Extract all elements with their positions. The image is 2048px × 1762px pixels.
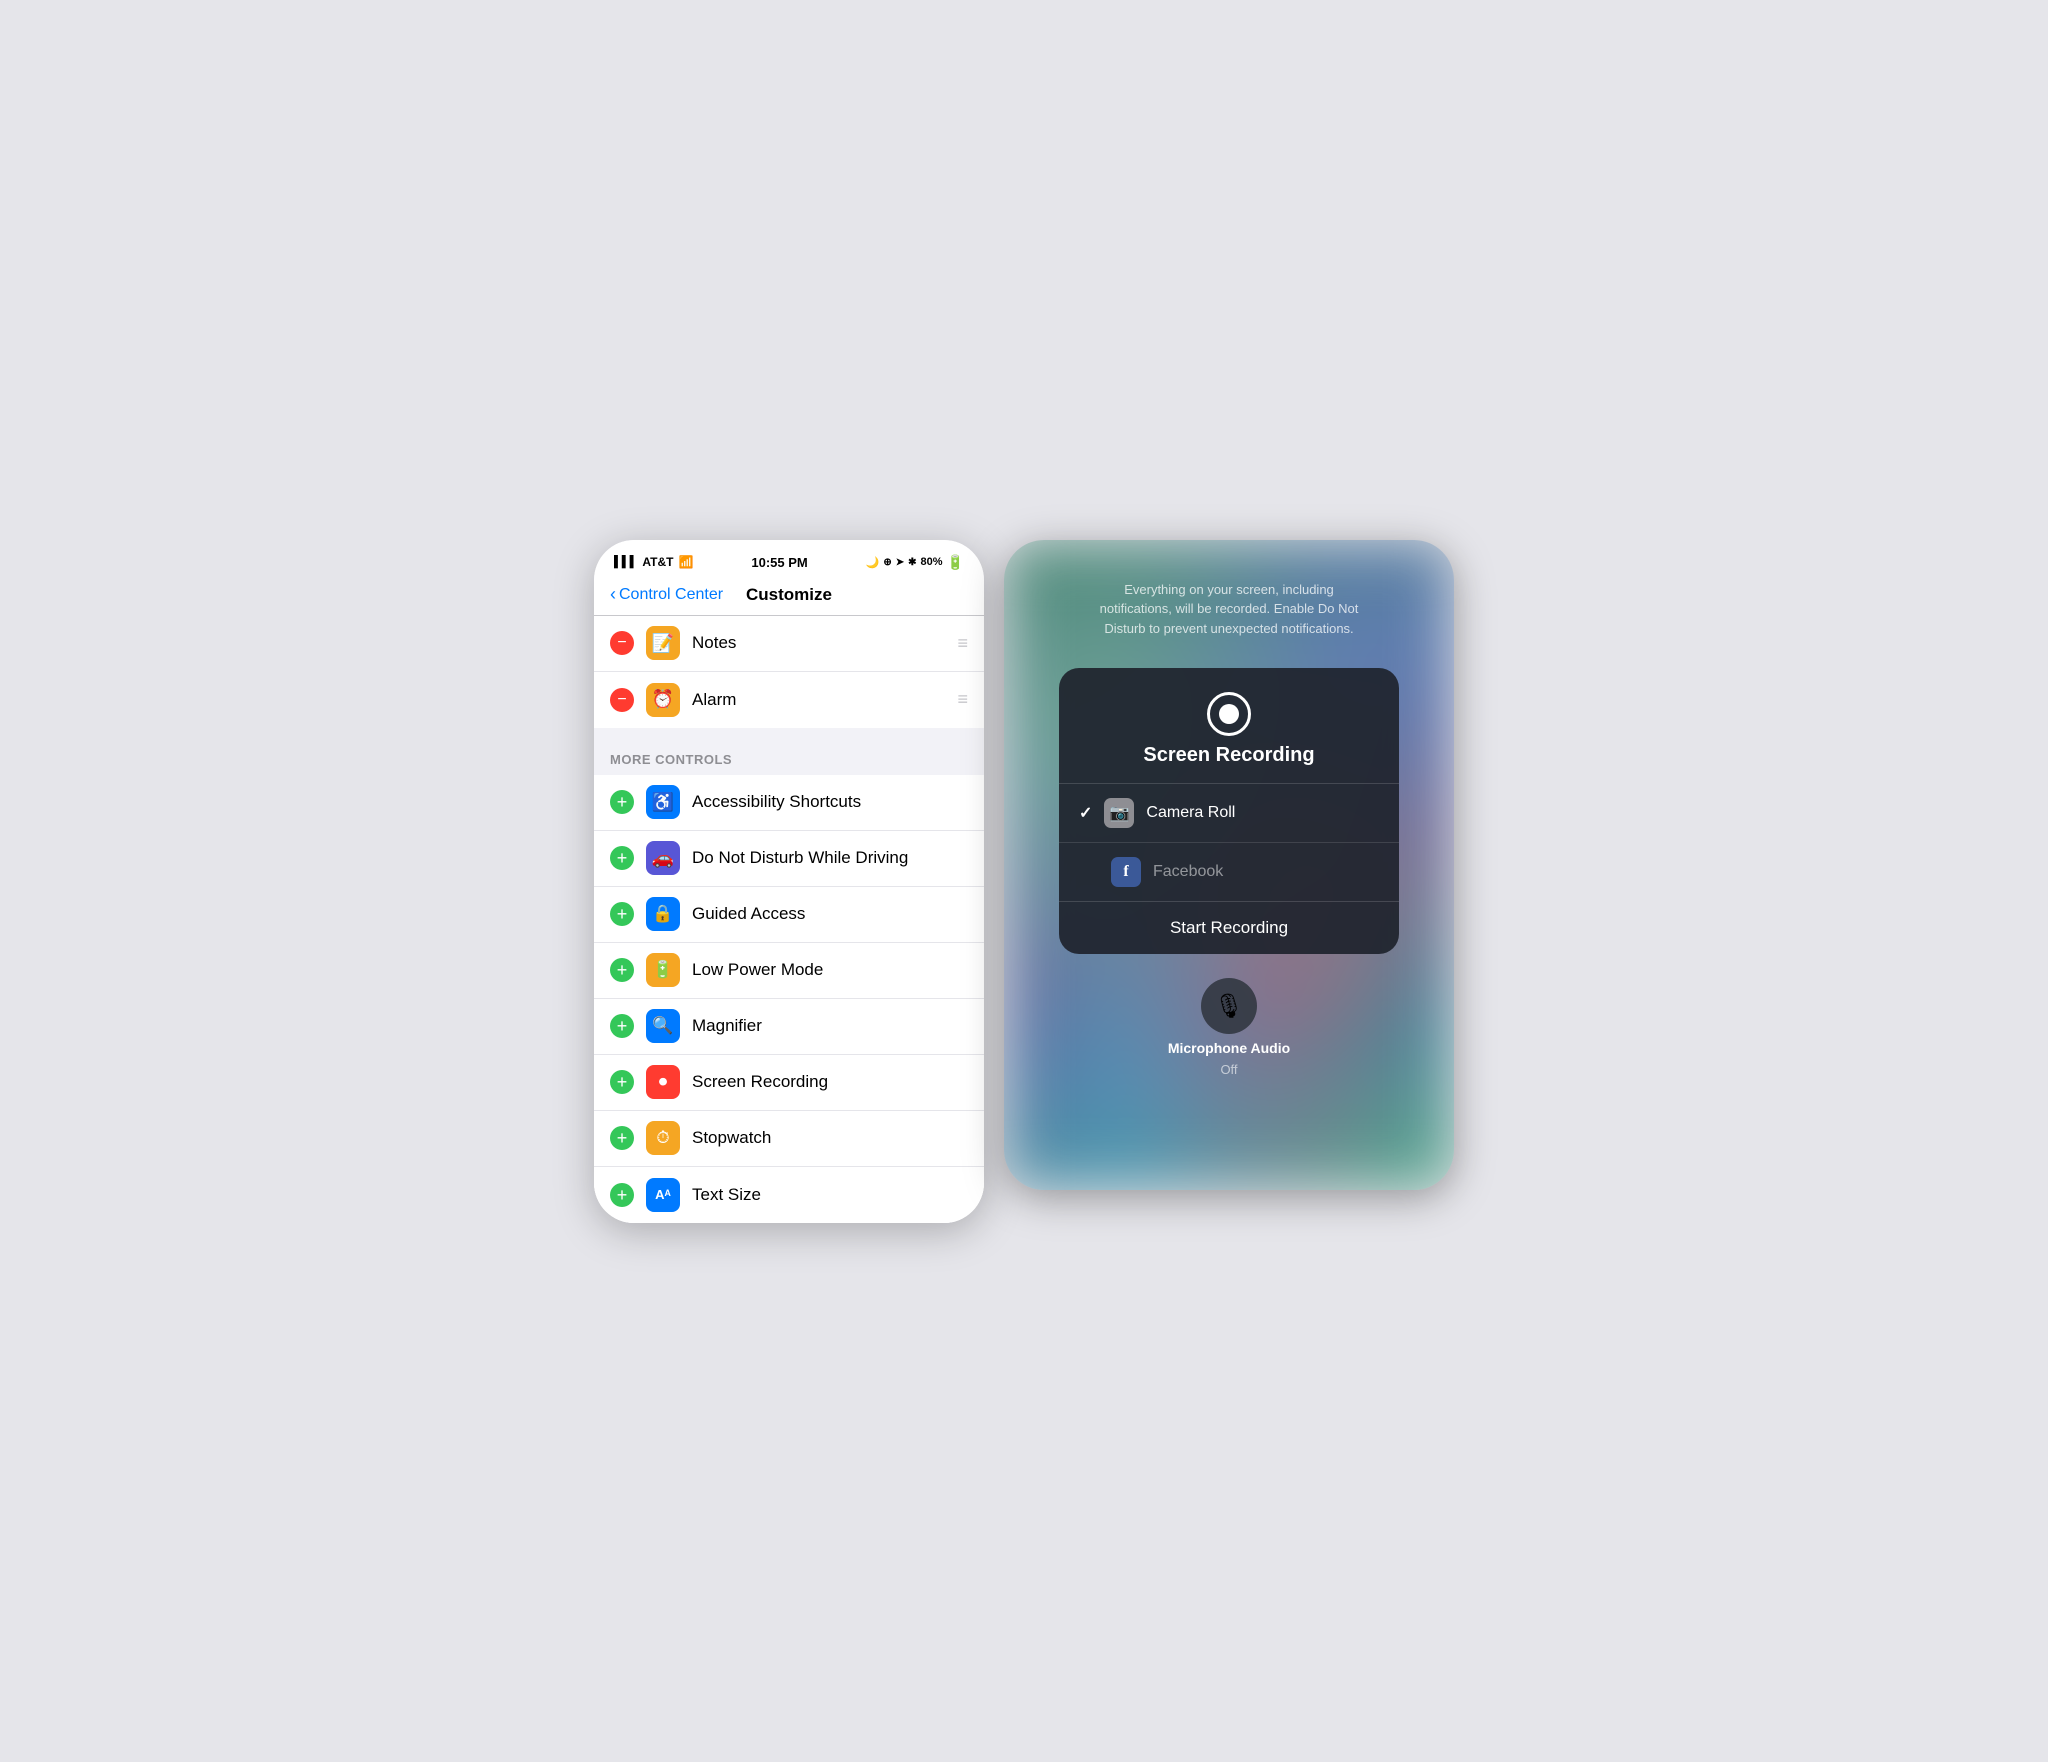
facebook-icon: f [1111, 857, 1141, 887]
stopwatch-label: Stopwatch [692, 1128, 968, 1148]
accessibility-shortcuts-label: Accessibility Shortcuts [692, 792, 968, 812]
guided-access-icon: 🔒 [646, 897, 680, 931]
notes-label: Notes [692, 633, 957, 653]
iphone-left-panel: ▌▌▌ AT&T 📶 10:55 PM 🌙 ⊕ ➤ ✱ 80% 🔋 ‹ Cont… [594, 540, 984, 1223]
stopwatch-row: + ⏱ Stopwatch [594, 1111, 984, 1167]
low-power-mode-icon: 🔋 [646, 953, 680, 987]
bluetooth-icon: ✱ [908, 557, 916, 568]
guided-access-label: Guided Access [692, 904, 968, 924]
microphone-button[interactable]: 🎙 [1201, 978, 1257, 1034]
battery-percent: 80% [921, 556, 943, 568]
microphone-label: Microphone Audio [1168, 1040, 1290, 1056]
alarm-label: Alarm [692, 690, 957, 710]
main-wrapper: ▌▌▌ AT&T 📶 10:55 PM 🌙 ⊕ ➤ ✱ 80% 🔋 ‹ Cont… [574, 520, 1474, 1243]
page-title: Customize [746, 585, 832, 605]
notes-remove-button[interactable]: − [610, 631, 634, 655]
do-not-disturb-add-button[interactable]: + [610, 846, 634, 870]
guided-access-add-button[interactable]: + [610, 902, 634, 926]
notes-icon: 📝 [646, 626, 680, 660]
screen-recording-label: Screen Recording [692, 1072, 968, 1092]
facebook-label: Facebook [1153, 863, 1379, 881]
wifi-icon: 📶 [679, 555, 694, 569]
alarm-row: − ⏰ Alarm ≡ [594, 672, 984, 728]
facebook-option[interactable]: f Facebook [1059, 843, 1399, 901]
accessibility-shortcuts-row: + ♿ Accessibility Shortcuts [594, 775, 984, 831]
moon-icon: 🌙 [866, 556, 880, 569]
back-button[interactable]: ‹ Control Center [610, 584, 723, 605]
iphone-right-panel: Everything on your screen, including not… [1004, 540, 1454, 1190]
popup-title: Screen Recording [1143, 744, 1314, 767]
record-dot-icon [1219, 704, 1239, 724]
back-label[interactable]: Control Center [619, 586, 723, 604]
low-power-mode-label: Low Power Mode [692, 960, 968, 980]
carrier-name: AT&T [642, 555, 673, 569]
notes-handle-icon[interactable]: ≡ [957, 633, 968, 654]
start-recording-button[interactable]: Start Recording [1059, 901, 1399, 954]
status-bar: ▌▌▌ AT&T 📶 10:55 PM 🌙 ⊕ ➤ ✱ 80% 🔋 [594, 540, 984, 577]
alarm-handle-icon[interactable]: ≡ [957, 689, 968, 710]
alarm-icon: ⏰ [646, 683, 680, 717]
do-not-disturb-label: Do Not Disturb While Driving [692, 848, 968, 868]
alarm-remove-button[interactable]: − [610, 688, 634, 712]
location-icon: ⊕ [883, 557, 891, 568]
camera-roll-option[interactable]: ✓ 📷 Camera Roll [1059, 784, 1399, 843]
included-items-section: − 📝 Notes ≡ − ⏰ Alarm ≡ [594, 616, 984, 728]
microphone-status: Off [1220, 1062, 1237, 1077]
screen-recording-icon: ⏺ [646, 1065, 680, 1099]
record-icon-circle [1207, 692, 1251, 736]
more-controls-section: + ♿ Accessibility Shortcuts + 🚗 Do Not D… [594, 775, 984, 1223]
magnifier-row: + 🔍 Magnifier [594, 999, 984, 1055]
accessibility-shortcuts-icon: ♿ [646, 785, 680, 819]
stopwatch-icon: ⏱ [646, 1121, 680, 1155]
nav-bar: ‹ Control Center Customize [594, 577, 984, 616]
low-power-mode-row: + 🔋 Low Power Mode [594, 943, 984, 999]
status-left: ▌▌▌ AT&T 📶 [614, 555, 693, 569]
notes-row: − 📝 Notes ≡ [594, 616, 984, 672]
location-arrow-icon: ➤ [896, 557, 904, 568]
camera-roll-checkmark: ✓ [1079, 803, 1092, 823]
camera-roll-label: Camera Roll [1146, 804, 1379, 822]
do-not-disturb-icon: 🚗 [646, 841, 680, 875]
status-right: 🌙 ⊕ ➤ ✱ 80% 🔋 [866, 554, 964, 571]
text-size-label: Text Size [692, 1185, 968, 1205]
text-size-add-button[interactable]: + [610, 1183, 634, 1207]
battery-icon: 🔋 [947, 554, 964, 571]
more-controls-header: MORE CONTROLS [594, 728, 984, 775]
text-size-icon: Aᴬ [646, 1178, 680, 1212]
microphone-audio-section: 🎙 Microphone Audio Off [1168, 978, 1290, 1077]
back-chevron-icon: ‹ [610, 584, 616, 605]
screen-recording-popup: Screen Recording ✓ 📷 Camera Roll f Faceb… [1059, 668, 1399, 954]
accessibility-shortcuts-add-button[interactable]: + [610, 790, 634, 814]
status-time: 10:55 PM [751, 555, 807, 570]
do-not-disturb-row: + 🚗 Do Not Disturb While Driving [594, 831, 984, 887]
magnifier-icon: 🔍 [646, 1009, 680, 1043]
text-size-row: + Aᴬ Text Size [594, 1167, 984, 1223]
popup-header: Screen Recording [1059, 668, 1399, 783]
low-power-mode-add-button[interactable]: + [610, 958, 634, 982]
stopwatch-add-button[interactable]: + [610, 1126, 634, 1150]
magnifier-label: Magnifier [692, 1016, 968, 1036]
right-content: Everything on your screen, including not… [1004, 540, 1454, 1190]
signal-bars: ▌▌▌ [614, 556, 637, 568]
recording-notice-text: Everything on your screen, including not… [1099, 580, 1359, 639]
camera-roll-icon: 📷 [1104, 798, 1134, 828]
guided-access-row: + 🔒 Guided Access [594, 887, 984, 943]
screen-recording-add-button[interactable]: + [610, 1070, 634, 1094]
magnifier-add-button[interactable]: + [610, 1014, 634, 1038]
screen-recording-row: + ⏺ Screen Recording [594, 1055, 984, 1111]
